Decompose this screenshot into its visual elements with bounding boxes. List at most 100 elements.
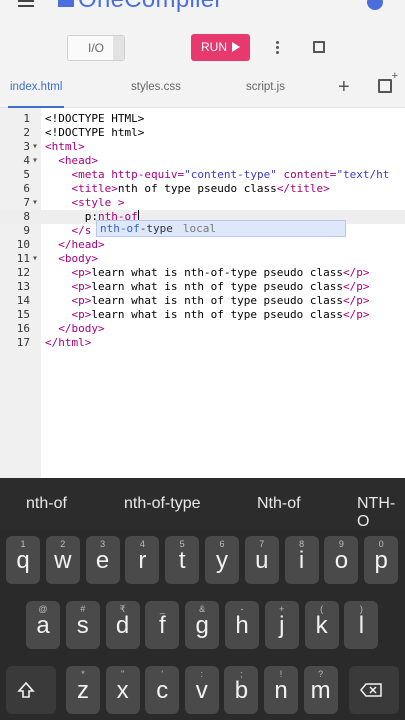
code-line[interactable]: 11 ▾ <body>: [0, 252, 405, 266]
code-line[interactable]: 17 </html>: [0, 336, 405, 350]
app-header: OneCompiler: [0, 0, 405, 13]
key-d[interactable]: ₹ d: [105, 601, 140, 649]
code-line[interactable]: 12 <p>learn what is nth-of-type pseudo c…: [0, 266, 405, 280]
code-line[interactable]: 15 <p>learn what is nth of type pseudo c…: [0, 308, 405, 322]
code-line[interactable]: 5 <meta http-equiv="content-type" conten…: [0, 168, 405, 182]
key-f[interactable]: _ f: [145, 601, 180, 649]
fullscreen-icon[interactable]: [313, 41, 325, 53]
key-e[interactable]: 3e: [85, 536, 120, 584]
key-t[interactable]: 5t: [165, 536, 200, 584]
code-line[interactable]: 4 ▾ <head>: [0, 154, 405, 168]
suggestion-item[interactable]: nth-of-type: [124, 495, 200, 513]
fold-arrow-icon[interactable]: ▾: [32, 252, 38, 266]
code-token: </head>: [58, 238, 105, 251]
key-c[interactable]: ' c: [145, 666, 180, 714]
fold-arrow-icon[interactable]: ▾: [32, 140, 38, 154]
code-token: <body>: [58, 252, 98, 265]
key-m[interactable]: ? m: [303, 666, 338, 714]
key-r[interactable]: 4r: [125, 536, 160, 584]
tab-index-html[interactable]: index.html: [7, 78, 65, 108]
key-w[interactable]: 2w: [45, 536, 80, 584]
key-g[interactable]: & g: [185, 601, 220, 649]
line-number: 10: [16, 238, 30, 251]
key-i[interactable]: 8i: [284, 536, 319, 584]
key-label: g: [195, 612, 209, 639]
suggestion-item[interactable]: NTH-O: [357, 495, 405, 531]
run-label: RUN: [201, 40, 227, 54]
key-q[interactable]: 1q: [6, 536, 40, 584]
add-file-icon[interactable]: +: [338, 77, 350, 97]
tab-script-js[interactable]: script.js: [246, 78, 285, 108]
key-k[interactable]: (k: [304, 601, 339, 649]
run-button[interactable]: RUN: [191, 34, 250, 61]
hamburger-menu-icon[interactable]: [18, 0, 34, 8]
backspace-key[interactable]: [349, 666, 399, 714]
code-token: </p>: [343, 308, 370, 321]
code-token: content=: [276, 168, 337, 181]
key-p[interactable]: 0p: [364, 536, 399, 584]
key-label: i: [298, 547, 305, 574]
autocomplete-popup[interactable]: nth-of-type local: [96, 220, 346, 237]
key-v[interactable]: :v: [184, 666, 219, 714]
key-label: e: [95, 547, 110, 574]
code-token: http-equiv=: [111, 168, 185, 181]
code-text: </s: [45, 224, 92, 238]
code-line[interactable]: 7 ▾ <style >: [0, 196, 405, 210]
upload-file-icon[interactable]: [378, 71, 398, 93]
key-label: j: [279, 612, 285, 639]
code-line[interactable]: 16 </body>: [0, 322, 405, 336]
fold-arrow-icon[interactable]: ▾: [32, 196, 38, 210]
key-h[interactable]: -h: [225, 601, 259, 649]
code-editor[interactable]: 1 <!DOCTYPE HTML> 2 <!DOCTYPE html> 3 ▾ <html>…: [0, 108, 405, 478]
code-tab-button[interactable]: CODE: [113, 36, 124, 60]
tab-styles-css[interactable]: styles.css: [131, 78, 181, 108]
code-token: "text/ht: [336, 168, 390, 181]
key-y[interactable]: 6y: [205, 536, 239, 584]
key-label: w: [54, 547, 72, 574]
key-n[interactable]: ! n: [264, 666, 298, 714]
code-text: <p>learn what is nth-of-type pseudo clas…: [45, 266, 370, 280]
code-line[interactable]: 14 <p>learn what is nth of type pseudo c…: [0, 294, 405, 308]
key-o[interactable]: 9o: [324, 536, 359, 584]
key-l[interactable]: ) l: [344, 601, 379, 649]
line-number: 1: [23, 112, 30, 125]
key-z[interactable]: * z: [66, 666, 100, 714]
code-token: learn what is nth of type pseudo class: [91, 308, 344, 321]
theme-toggle-icon[interactable]: [367, 0, 383, 10]
autocomplete-match: nth-of: [100, 222, 140, 235]
code-token: nth of type pseudo class: [117, 182, 277, 195]
suggestion-item[interactable]: nth-of: [26, 495, 67, 513]
code-token: </p>: [343, 294, 370, 307]
key-j[interactable]: + j: [264, 601, 299, 649]
key-label: f: [159, 612, 166, 639]
key-label: s: [76, 612, 89, 639]
more-options-icon[interactable]: [276, 41, 280, 55]
code-line[interactable]: 1 <!DOCTYPE HTML>: [0, 112, 405, 126]
code-line[interactable]: 6 <title>nth of type pseudo class</title…: [0, 182, 405, 196]
code-line[interactable]: 3 ▾ <html>: [0, 140, 405, 154]
line-number: 14: [16, 294, 30, 307]
code-line[interactable]: 2 <!DOCTYPE html>: [0, 126, 405, 140]
key-s[interactable]: # s: [65, 601, 100, 649]
fold-arrow-icon[interactable]: ▾: [32, 154, 38, 168]
key-u[interactable]: 7u: [244, 536, 279, 584]
code-token: <!DOCTYPE HTML>: [45, 112, 145, 125]
line-number: 15: [16, 308, 30, 321]
code-token: p:: [45, 210, 98, 223]
shift-key[interactable]: [6, 666, 56, 714]
key-x[interactable]: " x: [105, 666, 140, 714]
key-a[interactable]: @ a: [26, 601, 60, 649]
code-text: <meta http-equiv="content-type" content=…: [45, 168, 390, 182]
key-b[interactable]: ; b: [224, 666, 259, 714]
code-token: learn what is nth-of-type pseudo class: [91, 266, 344, 279]
code-line[interactable]: 10 </head>: [0, 238, 405, 252]
key-label: a: [36, 612, 50, 639]
line-number: 7: [23, 196, 30, 209]
suggestion-item[interactable]: Nth-of: [257, 495, 301, 513]
line-number: 2: [23, 126, 30, 139]
code-line[interactable]: 13 <p>learn what is nth of type pseudo c…: [0, 280, 405, 294]
code-token: learn what is nth of type pseudo class: [91, 294, 344, 307]
